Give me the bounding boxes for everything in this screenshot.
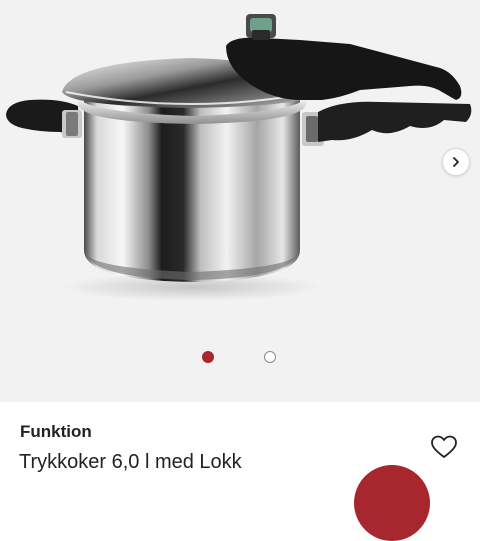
chevron-right-icon [453,157,459,167]
next-image-button[interactable] [442,148,470,176]
gallery-pagination [0,350,480,364]
gallery-dot-2[interactable] [264,351,276,363]
product-title: Trykkoker 6,0 l med Lokk [19,451,242,473]
gallery-dot-active[interactable] [202,351,214,363]
product-image-gallery[interactable] [0,0,480,402]
favorite-button[interactable] [430,434,458,460]
heart-outline-icon [431,435,457,458]
product-image [6,14,472,301]
add-to-cart-fab[interactable] [354,465,430,541]
product-info: Funktion Trykkoker 6,0 l med Lokk [0,402,480,541]
product-brand: Funktion [20,422,92,441]
